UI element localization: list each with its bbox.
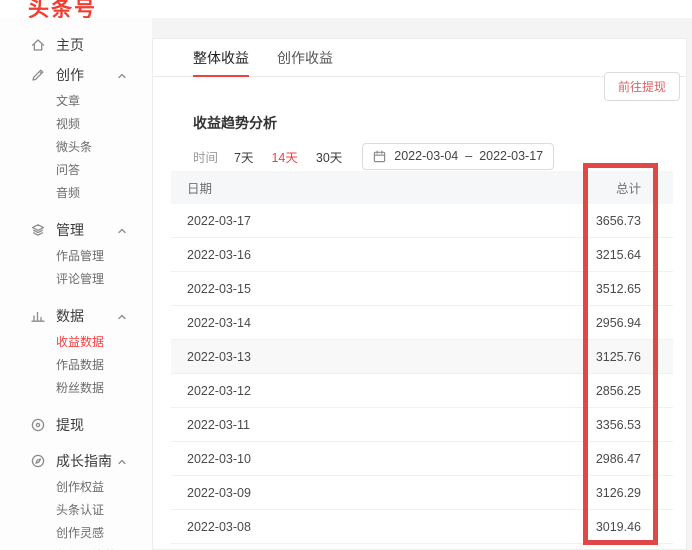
sidebar-item-withdraw[interactable]: 提现 [0,410,152,440]
sidebar-item-home[interactable]: 主页 [0,30,152,60]
sidebar: 主页 创作 文章 视频 微头条 问答 音频 管理 作品管理 评论管理 数据 收益… [0,18,152,550]
sidebar-item-inspiration[interactable]: 创作灵感 [0,522,152,545]
sidebar-item-microheadline[interactable]: 微头条 [0,136,152,159]
coin-icon [30,417,46,433]
cell-date: 2022-03-10 [171,452,513,466]
cell-total: 2956.94 [513,316,673,330]
table-row[interactable]: 2022-03-15 3512.65 [171,272,673,306]
table-row[interactable]: 2022-03-16 3215.64 [171,238,673,272]
table-row[interactable]: 2022-03-12 2856.25 [171,374,673,408]
sidebar-item-qa[interactable]: 问答 [0,159,152,182]
cell-date: 2022-03-12 [171,384,513,398]
tab-overall-revenue[interactable]: 整体收益 [193,39,249,77]
time-filter-label: 时间 [193,147,218,166]
cell-date: 2022-03-17 [171,214,513,228]
cell-date: 2022-03-16 [171,248,513,262]
cell-date: 2022-03-08 [171,520,513,534]
cell-total: 3656.73 [513,214,673,228]
column-header-total: 总计 [513,178,673,197]
table-row[interactable]: 2022-03-14 2956.94 [171,306,673,340]
cell-total: 3356.53 [513,418,673,432]
column-header-date: 日期 [171,178,513,197]
cell-total: 3512.65 [513,282,673,296]
cell-date: 2022-03-13 [171,350,513,364]
date-range-picker[interactable]: 2022-03-04 – 2022-03-17 [362,143,554,170]
edit-icon [30,67,46,83]
sidebar-item-toutiao-verify[interactable]: 头条认证 [0,499,152,522]
cell-total: 2856.25 [513,384,673,398]
sidebar-item-creator-rights[interactable]: 创作权益 [0,476,152,499]
cell-date: 2022-03-14 [171,316,513,330]
date-range-start: 2022-03-04 [394,149,458,163]
sidebar-item-comment-manage[interactable]: 评论管理 [0,268,152,291]
cell-total: 3215.64 [513,248,673,262]
table-row[interactable]: 2022-03-13 3125.76 [171,340,673,374]
cell-total: 3126.29 [513,486,673,500]
sidebar-item-audio[interactable]: 音频 [0,182,152,205]
table-header: 日期 总计 [171,171,673,204]
layers-icon [30,222,46,238]
sidebar-item-label: 创作 [56,65,84,85]
sidebar-item-label: 成长指南 [56,451,112,471]
app-window: 头条号 主页 创作 文章 视频 微头条 问答 音频 管理 作品管理 评论管理 数… [0,0,692,550]
table-row[interactable]: 2022-03-11 3356.53 [171,408,673,442]
cell-total: 3125.76 [513,350,673,364]
home-icon [30,37,46,53]
filter-7days[interactable]: 7天 [234,147,253,166]
revenue-table: 日期 总计 2022-03-17 3656.73 2022-03-16 3215… [171,171,673,544]
sidebar-item-label: 提现 [56,415,84,435]
sidebar-item-articles[interactable]: 文章 [0,90,152,113]
sidebar-item-training-camp[interactable]: 创作训练营 [0,545,152,550]
sidebar-item-fans-data[interactable]: 粉丝数据 [0,377,152,400]
cell-total: 2986.47 [513,452,673,466]
compass-icon [30,453,46,469]
sidebar-item-revenue-data[interactable]: 收益数据 [0,331,152,354]
sidebar-item-label: 主页 [56,35,84,55]
table-row[interactable]: 2022-03-09 3126.29 [171,476,673,510]
sidebar-item-manage[interactable]: 管理 [0,215,152,245]
sidebar-item-create[interactable]: 创作 [0,60,152,90]
table-row[interactable]: 2022-03-08 3019.46 [171,510,673,544]
tab-creation-revenue[interactable]: 创作收益 [277,39,333,77]
sidebar-item-label: 数据 [56,306,84,326]
section-title: 收益趋势分析 [193,113,277,133]
chevron-up-icon[interactable] [116,69,128,81]
filter-14days[interactable]: 14天 [271,147,297,166]
chart-icon [30,308,46,324]
sidebar-item-label: 管理 [56,220,84,240]
sidebar-item-content-manage[interactable]: 作品管理 [0,245,152,268]
date-range-separator: – [465,149,472,163]
sidebar-item-data[interactable]: 数据 [0,301,152,331]
sidebar-item-videos[interactable]: 视频 [0,113,152,136]
date-range-end: 2022-03-17 [479,149,543,163]
sidebar-item-content-data[interactable]: 作品数据 [0,354,152,377]
top-bar: 头条号 [0,0,692,18]
cell-date: 2022-03-09 [171,486,513,500]
go-withdraw-button[interactable]: 前往提现 [604,72,680,101]
sidebar-item-growth-guide[interactable]: 成长指南 [0,446,152,476]
cell-date: 2022-03-15 [171,282,513,296]
cell-date: 2022-03-11 [171,418,513,432]
filter-30days[interactable]: 30天 [316,147,342,166]
cell-total: 3019.46 [513,520,673,534]
chevron-up-icon[interactable] [116,455,128,467]
chevron-up-icon[interactable] [116,310,128,322]
table-row[interactable]: 2022-03-17 3656.73 [171,204,673,238]
time-filter: 时间 7天 14天 30天 2022-03-04 – 2022-03-17 [193,142,554,170]
calendar-icon [373,150,386,163]
table-row[interactable]: 2022-03-10 2986.47 [171,442,673,476]
main-panel: 整体收益 创作收益 前往提现 收益趋势分析 时间 7天 14天 30天 2022… [152,38,687,550]
chevron-up-icon[interactable] [116,224,128,236]
